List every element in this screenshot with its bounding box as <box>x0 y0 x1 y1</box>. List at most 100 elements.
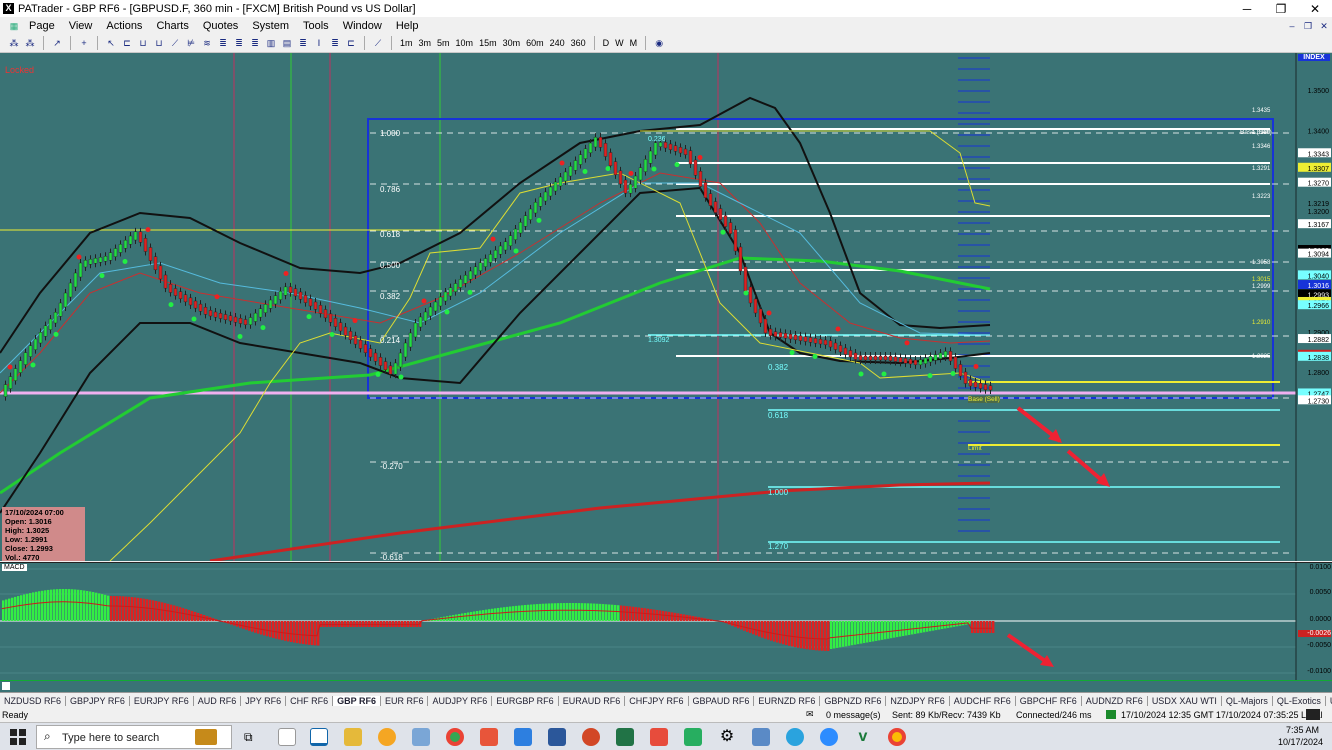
chart-tool-icon[interactable]: ⁂ <box>23 36 37 50</box>
close-button[interactable]: ✕ <box>1298 2 1332 16</box>
timeframe-10m[interactable]: 10m <box>453 38 477 48</box>
draw-tool-icon[interactable]: ⊭ <box>184 36 198 50</box>
mdi-close-button[interactable]: ✕ <box>1317 19 1331 33</box>
tab-ql-exotics[interactable]: QL-Exotics <box>1273 695 1326 706</box>
app-icon-orange[interactable] <box>378 728 396 746</box>
tab-chfjpy-rf6[interactable]: CHFJPY RF6 <box>625 695 689 706</box>
tab-ql-majors[interactable]: QL-Majors <box>1222 695 1273 706</box>
timeframe-1m[interactable]: 1m <box>397 38 416 48</box>
fib-icon[interactable]: ≣ <box>248 36 262 50</box>
draw-tool-icon[interactable]: Ⅰ <box>312 36 326 50</box>
tab-nzdjpy-rf6[interactable]: NZDJPY RF6 <box>886 695 950 706</box>
draw-tool-icon[interactable]: ⊏ <box>344 36 358 50</box>
tab-gbp-rf6[interactable]: GBP RF6 <box>333 695 381 706</box>
timeframe-3m[interactable]: 3m <box>416 38 435 48</box>
chart-tool-icon[interactable]: ⁂ <box>7 36 21 50</box>
fib-icon[interactable]: ≣ <box>328 36 342 50</box>
tab-nzdusd-rf6[interactable]: NZDUSD RF6 <box>0 695 67 706</box>
menu-page[interactable]: Page <box>22 20 62 32</box>
taskbar-search[interactable]: ⌕ Type here to search <box>36 725 232 749</box>
draw-tool-icon[interactable]: ⊏ <box>120 36 134 50</box>
tab-eurjpy-rf6[interactable]: EURJPY RF6 <box>130 695 194 706</box>
settings-circle-icon[interactable]: ◉ <box>652 36 666 50</box>
tab-eur-rf6[interactable]: EUR RF6 <box>381 695 429 706</box>
grid-icon[interactable]: ▥ <box>264 36 278 50</box>
trendline-icon[interactable]: ⟋ <box>168 36 182 50</box>
chart-scrollbar[interactable] <box>0 680 1332 692</box>
clock-date[interactable]: 10/17/2024 <box>1278 737 1323 747</box>
cursor-icon[interactable]: ↖ <box>104 36 118 50</box>
draw-tool-icon[interactable]: ⟋ <box>371 36 385 50</box>
timeframe-15m[interactable]: 15m <box>476 38 500 48</box>
mdi-minimize-button[interactable]: – <box>1285 19 1299 33</box>
tab-gbpchf-rf6[interactable]: GBPCHF RF6 <box>1016 695 1082 706</box>
windows-start-icon[interactable] <box>10 729 26 745</box>
clock-time[interactable]: 7:35 AM <box>1286 725 1319 735</box>
chart-tool-icon[interactable]: ↗ <box>50 36 64 50</box>
app-icon-blue[interactable] <box>412 728 430 746</box>
powerpoint-icon[interactable] <box>582 728 600 746</box>
app-icon-c-red[interactable] <box>650 728 668 746</box>
page-icon[interactable]: ▦ <box>7 19 21 33</box>
menu-system[interactable]: System <box>245 20 296 32</box>
tab-eurnzd-rf6[interactable]: EURNZD RF6 <box>754 695 821 706</box>
menu-quotes[interactable]: Quotes <box>196 20 245 32</box>
chrome-icon[interactable] <box>446 728 464 746</box>
task-view-icon[interactable]: ⧉ <box>244 730 253 745</box>
app-icon-v[interactable]: v <box>854 728 872 746</box>
macd-panel[interactable]: MACD 0.0100 0.0050 0.0000 -0.0026 -0.0050 -0.… <box>0 562 1332 681</box>
menu-actions[interactable]: Actions <box>99 20 149 32</box>
fib-icon[interactable]: ≣ <box>296 36 310 50</box>
app-icon-s-blue[interactable] <box>514 728 532 746</box>
timeframe-240[interactable]: 240 <box>547 38 568 48</box>
tab-usdx-xau-wti[interactable]: USDX XAU WTI <box>1148 695 1222 706</box>
app-icon-screen[interactable] <box>752 728 770 746</box>
word-icon[interactable] <box>548 728 566 746</box>
draw-tool-icon[interactable]: ⊔ <box>136 36 150 50</box>
tc-icon[interactable] <box>310 728 328 746</box>
timeframe-30m[interactable]: 30m <box>500 38 524 48</box>
zoom-icon[interactable] <box>820 728 838 746</box>
timeframe-w[interactable]: W <box>612 38 627 48</box>
price-chart[interactable]: 1.3500 1.3400 1.3343 1.3307 1.3270 1.3219 1.32… <box>0 53 1332 562</box>
file-explorer-icon[interactable] <box>344 728 362 746</box>
tab-audjpy-rf6[interactable]: AUDJPY RF6 <box>428 695 493 706</box>
tab-euraud-rf6[interactable]: EURAUD RF6 <box>559 695 626 706</box>
app-icon-s-red[interactable] <box>480 728 498 746</box>
tab-audchf-rf6[interactable]: AUDCHF RF6 <box>950 695 1016 706</box>
tab-chf-rf6[interactable]: CHF RF6 <box>286 695 334 706</box>
settings-gear-icon[interactable]: ⚙ <box>718 728 736 746</box>
menu-help[interactable]: Help <box>389 20 426 32</box>
tab-gbpnzd-rf6[interactable]: GBPNZD RF6 <box>820 695 887 706</box>
tab-gbpjpy-rf6[interactable]: GBPJPY RF6 <box>66 695 130 706</box>
tab-audnzd-rf6[interactable]: AUDNZD RF6 <box>1082 695 1148 706</box>
fib-icon[interactable]: ≋ <box>200 36 214 50</box>
timeframe-m[interactable]: M <box>627 38 641 48</box>
status-messages[interactable]: 0 message(s) <box>826 710 881 720</box>
chrome-icon-2[interactable] <box>888 728 906 746</box>
scroll-box[interactable] <box>2 682 10 690</box>
tab-eurgbp-rf6[interactable]: EURGBP RF6 <box>492 695 559 706</box>
tab-gbpaud-rf6[interactable]: GBPAUD RF6 <box>689 695 755 706</box>
menu-tools[interactable]: Tools <box>296 20 336 32</box>
mdi-restore-button[interactable]: ❐ <box>1301 19 1315 33</box>
fib-icon[interactable]: ≣ <box>232 36 246 50</box>
briefcase-icon[interactable] <box>195 729 217 745</box>
telegram-icon[interactable] <box>786 728 804 746</box>
app-icon-c-green[interactable] <box>684 728 702 746</box>
excel-icon[interactable] <box>616 728 634 746</box>
mail-icon[interactable]: ✉ <box>806 709 814 720</box>
patrader-icon[interactable] <box>278 728 296 746</box>
menu-view[interactable]: View <box>62 20 100 32</box>
minimize-button[interactable]: ─ <box>1230 2 1264 16</box>
grid-icon[interactable]: ▤ <box>280 36 294 50</box>
draw-tool-icon[interactable]: ⊔ <box>152 36 166 50</box>
timeframe-5m[interactable]: 5m <box>434 38 453 48</box>
timeframe-d[interactable]: D <box>600 38 613 48</box>
menu-charts[interactable]: Charts <box>149 20 195 32</box>
tab-aud-rf6[interactable]: AUD RF6 <box>194 695 242 706</box>
timeframe-360[interactable]: 360 <box>568 38 589 48</box>
fib-icon[interactable]: ≣ <box>216 36 230 50</box>
tab-jpy-rf6[interactable]: JPY RF6 <box>241 695 287 706</box>
crosshair-icon[interactable]: + <box>77 36 91 50</box>
